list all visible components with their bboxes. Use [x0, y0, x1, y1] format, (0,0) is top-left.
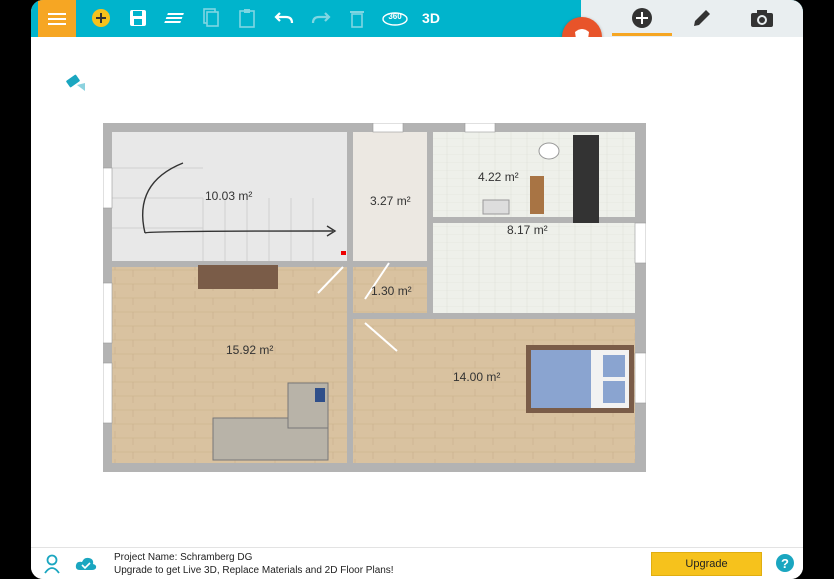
bottom-bar: Project Name: Schramberg DG Upgrade to g… — [31, 547, 803, 579]
redo-icon — [311, 12, 331, 24]
user-button[interactable] — [43, 554, 61, 579]
room-area-label: 10.03 m² — [205, 189, 253, 203]
edit-tab[interactable] — [682, 4, 722, 32]
camera-view-toggle[interactable] — [63, 73, 89, 102]
upgrade-button[interactable]: Upgrade — [651, 552, 762, 576]
add-object-tab[interactable] — [622, 4, 662, 32]
delete-icon — [350, 11, 364, 28]
redo-button[interactable] — [309, 6, 333, 30]
add-circle-icon — [632, 8, 652, 28]
delete-button[interactable] — [345, 6, 369, 30]
active-tab-indicator — [612, 33, 672, 36]
paste-button[interactable] — [235, 6, 259, 30]
camera-icon — [66, 74, 85, 91]
undo-icon — [274, 12, 294, 24]
room-area-label: 15.92 m² — [226, 343, 274, 357]
add-button[interactable] — [89, 6, 113, 30]
cloud-check-icon — [75, 557, 97, 570]
copy-button[interactable] — [199, 6, 223, 30]
view-3d-button[interactable]: 3D — [417, 6, 445, 30]
cloud-sync-button[interactable] — [75, 556, 97, 577]
help-button[interactable]: ? — [776, 554, 794, 572]
view-360-label: 360 — [388, 12, 402, 21]
layers-icon — [164, 13, 184, 23]
room-area-label: 14.00 m² — [453, 370, 501, 384]
camera-icon — [751, 10, 773, 27]
room-area-label: 3.27 m² — [370, 194, 411, 208]
view-360-button[interactable]: 360 — [381, 6, 409, 30]
top-toolbar: 360 3D — [31, 0, 803, 37]
pencil-icon — [694, 10, 710, 26]
menu-icon — [48, 12, 66, 25]
paste-icon — [239, 9, 255, 28]
save-button[interactable] — [126, 6, 150, 30]
camera-tab[interactable] — [742, 4, 782, 32]
copy-icon — [203, 8, 219, 27]
undo-button[interactable] — [272, 6, 296, 30]
floor-plan[interactable]: 10.03 m² 3.27 m² 4.22 m² 8.17 m² 1.30 m²… — [102, 122, 647, 472]
room-area-label: 4.22 m² — [478, 170, 519, 184]
layers-button[interactable] — [162, 6, 186, 30]
menu-button[interactable] — [38, 0, 76, 37]
right-panel-tabs — [581, 0, 803, 37]
project-name: Project Name: Schramberg DG — [114, 552, 253, 563]
app-window: 360 3D 10.03 m² 3.27 m² 4.22 m² 8.17 m² … — [31, 0, 803, 579]
save-icon — [130, 10, 146, 26]
room-area-label: 1.30 m² — [371, 284, 412, 298]
add-icon — [92, 9, 110, 27]
user-icon — [44, 554, 60, 574]
floor-plan-canvas[interactable]: 10.03 m² 3.27 m² 4.22 m² 8.17 m² 1.30 m²… — [31, 37, 803, 577]
room-area-label: 8.17 m² — [507, 223, 548, 237]
upgrade-message: Upgrade to get Live 3D, Replace Material… — [114, 565, 394, 576]
